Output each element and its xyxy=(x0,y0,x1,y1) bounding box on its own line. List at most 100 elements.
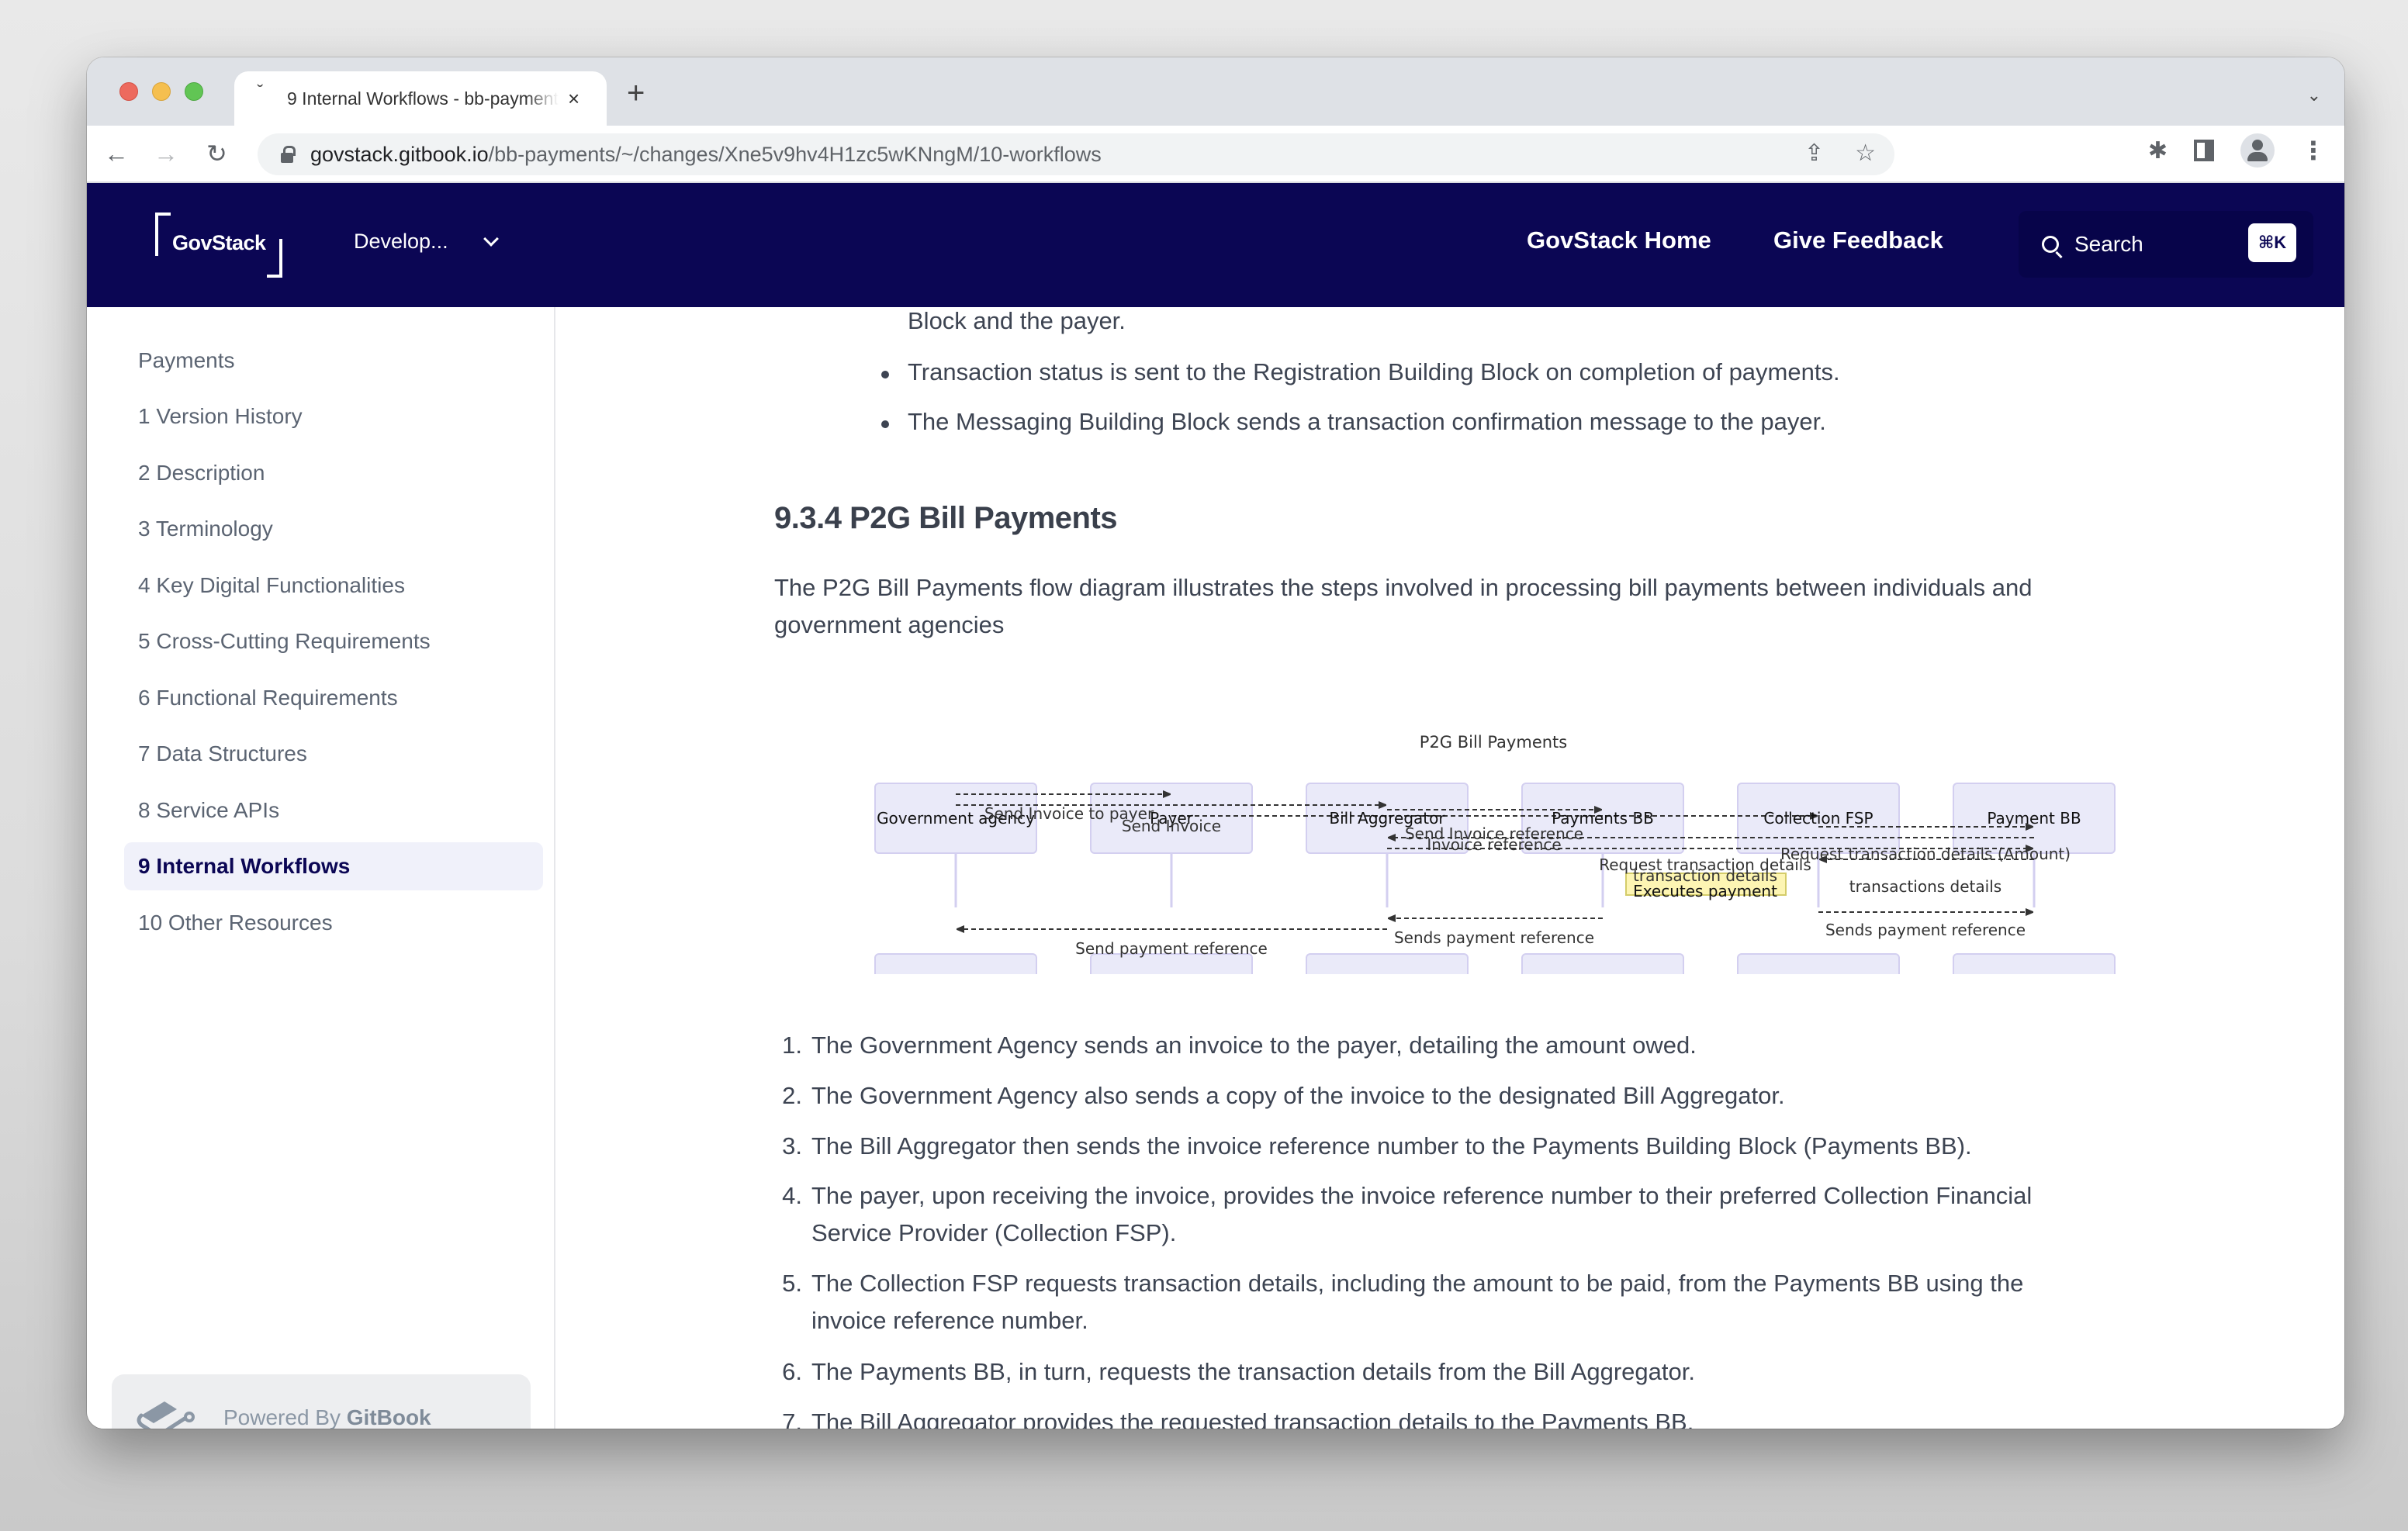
step-number: 1. xyxy=(782,1032,802,1059)
step-text: The Bill Aggregator provides the request… xyxy=(811,1408,1694,1429)
step-item: 1. The Government Agency sends an invoice… xyxy=(774,1027,2171,1064)
step-number: 7. xyxy=(782,1408,802,1429)
chevron-down-icon xyxy=(483,230,499,247)
sidebar-item-data-structures[interactable]: 7 Data Structures xyxy=(124,730,543,778)
bookmark-star-icon[interactable]: ☆ xyxy=(1855,140,1876,167)
powered-by-prefix: Powered By xyxy=(223,1405,341,1429)
more-menu-icon[interactable]: ⋮ xyxy=(2301,136,2326,165)
step-item: 6. The Payments BB, in turn, requests the… xyxy=(774,1353,2171,1391)
govstack-logo[interactable]: GovStack xyxy=(155,213,287,278)
actor-box-bottom xyxy=(1521,953,1684,974)
message-label: Send Invoice xyxy=(1122,817,1221,835)
sidebar-item-terminology[interactable]: 3 Terminology xyxy=(124,505,543,553)
section-title: 9.3.4 P2G Bill Payments xyxy=(774,501,1118,535)
step-text: The Government Agency sends an invoice t… xyxy=(811,1032,1697,1059)
main-content: Block and the payer. Transaction status … xyxy=(555,307,2344,1429)
site-header: GovStack Develop... GovStack Home Give F… xyxy=(87,183,2344,307)
lock-icon[interactable] xyxy=(281,146,296,163)
url-host: govstack.gitbook.io xyxy=(310,142,489,166)
bullet-item: Transaction status is sent to the Regist… xyxy=(881,358,1840,385)
bullet-item: The Messaging Building Block sends a tra… xyxy=(881,408,1826,435)
sidebar-item-service-apis[interactable]: 8 Service APIs xyxy=(124,786,543,835)
url-path: /bb-payments/~/changes/Xne5v9hv4H1zc5wKN… xyxy=(488,142,1102,166)
govstack-home-link[interactable]: GovStack Home xyxy=(1527,226,1711,254)
step-text: The Payments BB, in turn, requests the t… xyxy=(811,1358,1695,1385)
search-placeholder: Search xyxy=(2074,232,2143,256)
space-selector-label: Develop... xyxy=(354,230,448,253)
message-label: Sends payment reference xyxy=(1825,921,2026,939)
gitbook-logo-icon xyxy=(137,1401,195,1429)
close-tab-icon[interactable]: × xyxy=(568,87,580,111)
step-text: The payer, upon receiving the invoice, p… xyxy=(811,1182,2033,1246)
share-icon[interactable]: ⇪ xyxy=(1804,140,1824,167)
message-label: Sends payment reference xyxy=(1394,928,1594,947)
sidebar-item-functional-requirements[interactable]: 6 Functional Requirements xyxy=(124,674,543,722)
browser-window: ˘ 9 Internal Workflows - bb-payments × +… xyxy=(87,57,2344,1429)
profile-avatar-icon[interactable] xyxy=(2240,133,2275,168)
back-arrow-icon[interactable]: ← xyxy=(104,138,129,169)
extensions-puzzle-icon[interactable]: ✱ xyxy=(2148,137,2168,164)
powered-by-gitbook-link[interactable]: Powered By GitBook xyxy=(112,1374,531,1429)
message-label: Send payment reference xyxy=(1075,939,1268,958)
actor-box-bottom xyxy=(1953,953,2116,974)
actor-box-bottom xyxy=(1306,953,1469,974)
browser-toolbar: ← → ↻ govstack.gitbook.io/bb-payments/~/… xyxy=(87,126,2344,183)
minimize-window-button[interactable] xyxy=(152,82,171,101)
maximize-window-button[interactable] xyxy=(185,82,203,101)
step-text: The Government Agency also sends a copy … xyxy=(811,1082,1785,1109)
tab-search-chevron-icon[interactable]: ⌄ xyxy=(2307,85,2321,105)
logo-bracket-bottom xyxy=(267,239,282,278)
message-label: Invoice reference xyxy=(1427,835,1561,854)
step-item: 4. The payer, upon receiving the invoice,… xyxy=(774,1177,2093,1252)
step-item: 2. The Government Agency also sends a cop… xyxy=(774,1077,2171,1115)
close-window-button[interactable] xyxy=(119,82,138,101)
section-intro: The P2G Bill Payments flow diagram illus… xyxy=(774,574,2033,638)
step-number: 3. xyxy=(782,1132,802,1159)
sidebar-nav: Payments 1 Version History 2 Description… xyxy=(87,307,555,1429)
give-feedback-link[interactable]: Give Feedback xyxy=(1773,226,1943,254)
sidebar-item-description[interactable]: 2 Description xyxy=(124,449,543,497)
sidebar-item-version-history[interactable]: 1 Version History xyxy=(124,392,543,441)
logo-text: GovStack xyxy=(172,231,266,254)
step-text: The Collection FSP requests transaction … xyxy=(811,1270,2024,1334)
actor-label: Payment BB xyxy=(1987,809,2081,828)
note-label: Executes payment xyxy=(1633,882,1777,900)
diagram-title: P2G Bill Payments xyxy=(1420,733,1567,752)
gitbook-favicon-icon: ˘ xyxy=(258,81,264,101)
forward-arrow-icon[interactable]: → xyxy=(154,138,178,169)
step-item: 5. The Collection FSP requests transactio… xyxy=(774,1265,2078,1339)
powered-by-brand: GitBook xyxy=(346,1405,431,1429)
sidebar-item-payments[interactable]: Payments xyxy=(124,337,543,385)
browser-tab[interactable]: ˘ 9 Internal Workflows - bb-payments × xyxy=(234,71,607,126)
step-number: 5. xyxy=(782,1270,802,1297)
step-number: 2. xyxy=(782,1082,802,1109)
sidebar-item-other-resources[interactable]: 10 Other Resources xyxy=(124,899,543,947)
omnibox-actions: ⇪ ☆ xyxy=(1804,140,1876,167)
message-label: Request transaction details (Amount) xyxy=(1780,845,2071,863)
window-controls xyxy=(119,82,203,101)
step-text: The Bill Aggregator then sends the invoi… xyxy=(811,1132,1972,1159)
sidebar-item-key-digital-functionalities[interactable]: 4 Key Digital Functionalities xyxy=(124,562,543,610)
sequence-diagram: P2G Bill Payments Government agency Paye… xyxy=(874,733,2116,974)
step-item: 7. The Bill Aggregator provides the reque… xyxy=(774,1404,2171,1429)
search-shortcut-badge: ⌘K xyxy=(2248,223,2296,262)
reload-icon[interactable]: ↻ xyxy=(206,138,227,169)
space-selector[interactable]: Develop... xyxy=(354,230,499,254)
new-tab-button[interactable]: + xyxy=(627,78,645,109)
search-icon xyxy=(2042,236,2059,253)
tab-strip: ˘ 9 Internal Workflows - bb-payments × +… xyxy=(87,57,2344,126)
search-button[interactable]: Search ⌘K xyxy=(2019,211,2313,278)
toolbar-actions: ✱ ⋮ xyxy=(2148,133,2326,168)
powered-by-text: Powered By GitBook xyxy=(223,1405,431,1429)
tab-title: 9 Internal Workflows - bb-payments xyxy=(287,88,559,109)
sidebar-item-internal-workflows[interactable]: 9 Internal Workflows xyxy=(124,842,543,890)
step-item: 3. The Bill Aggregator then sends the inv… xyxy=(774,1128,2171,1165)
actor-box-bottom xyxy=(874,953,1037,974)
actor-label: Collection FSP xyxy=(1763,809,1873,828)
logo-bracket-top xyxy=(155,213,171,256)
address-bar[interactable]: govstack.gitbook.io/bb-payments/~/change… xyxy=(258,133,1894,175)
step-number: 6. xyxy=(782,1358,802,1385)
side-panel-icon[interactable] xyxy=(2194,140,2214,161)
sidebar-item-cross-cutting-requirements[interactable]: 5 Cross-Cutting Requirements xyxy=(124,617,543,665)
message-label: transactions details xyxy=(1849,877,2001,896)
